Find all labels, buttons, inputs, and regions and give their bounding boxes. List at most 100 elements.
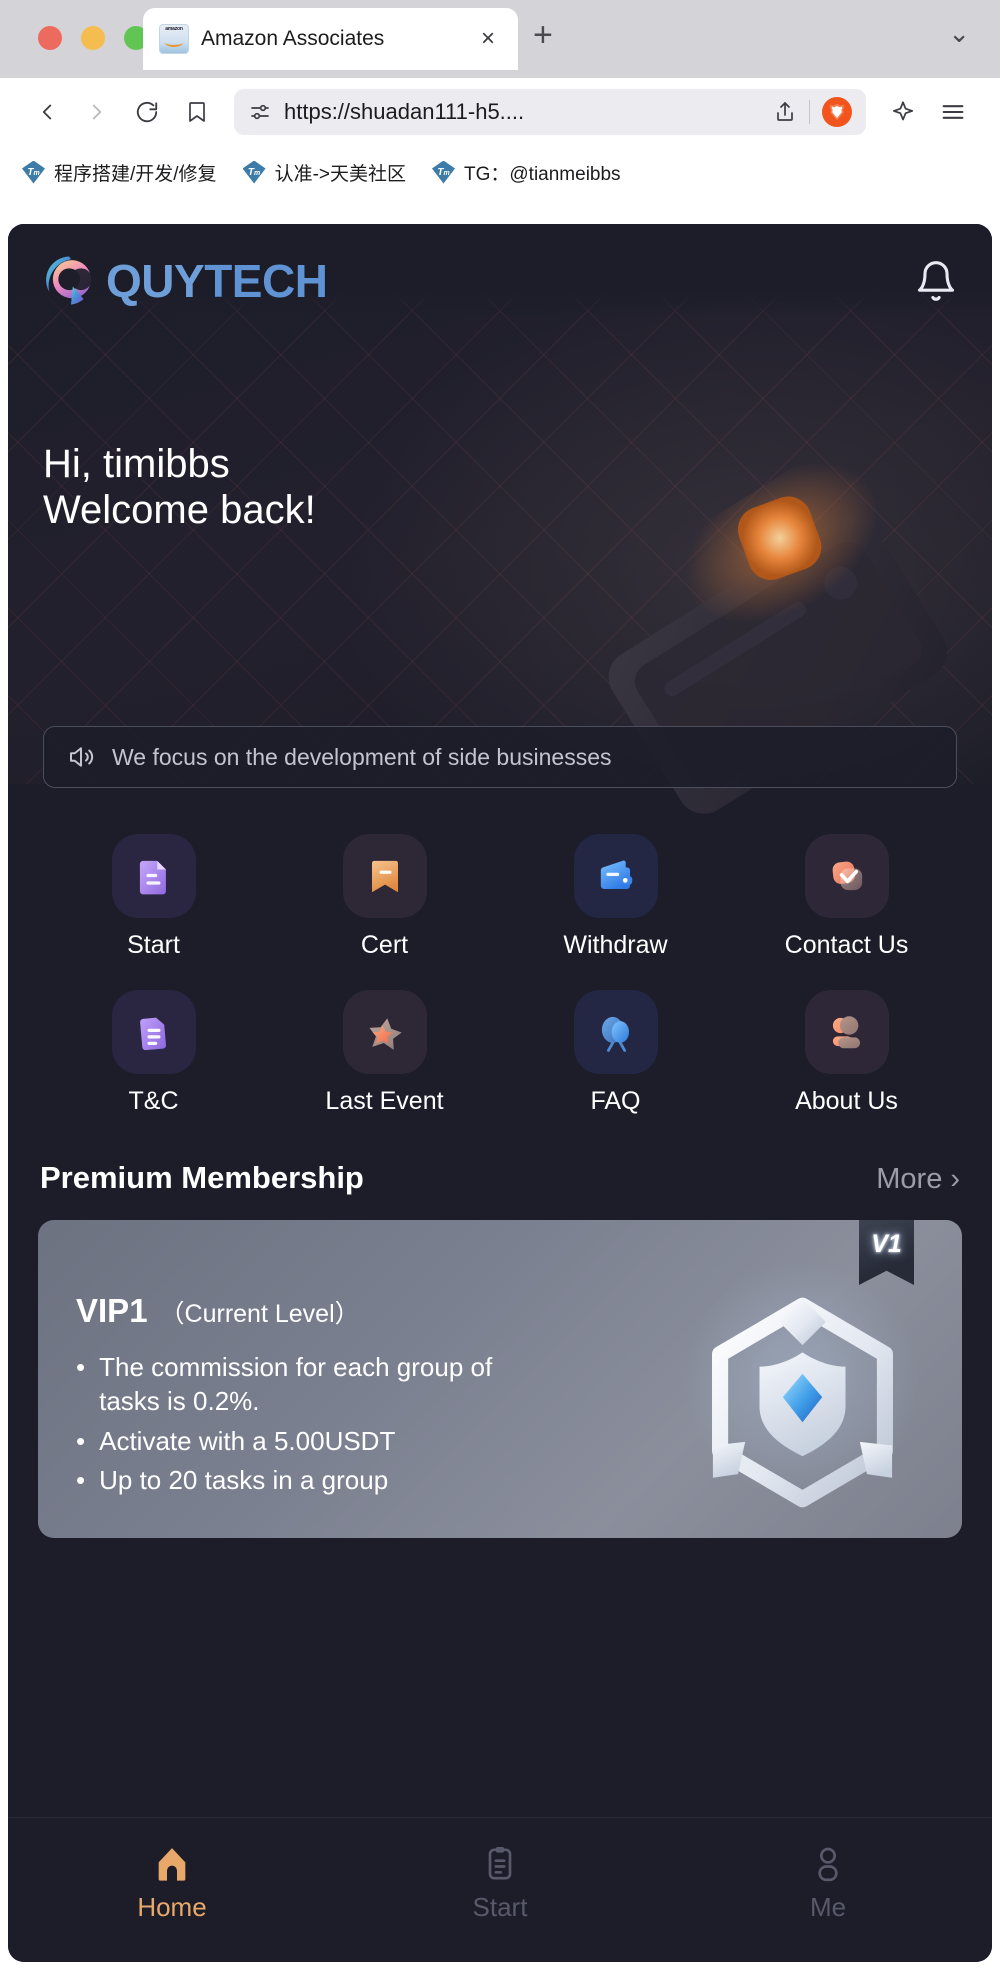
balloon-question-icon (573, 990, 658, 1074)
greeting-line-1: Hi, timibbs (43, 442, 230, 486)
hamburger-menu-icon[interactable] (930, 89, 976, 135)
tm-icon: Tm (432, 160, 455, 184)
vip-title: VIP1 （Current Level） (76, 1292, 360, 1330)
bookmark-item-0[interactable]: Tm 程序搭建/开发/修复 (22, 159, 217, 186)
greeting: Hi, timibbs Welcome back! (43, 442, 316, 533)
bookmark-item-1[interactable]: Tm 认准->天美社区 (242, 159, 406, 186)
tab-label: Start (472, 1892, 528, 1922)
tab-home[interactable]: Home (8, 1844, 336, 1923)
minimize-window-button[interactable] (81, 26, 105, 50)
status-badge: V1 (859, 1220, 914, 1285)
vip-shield-icon (712, 1297, 893, 1508)
tm-icon: Tm (242, 160, 266, 184)
vip-benefit-text: Activate with a 5.00USDT (99, 1425, 396, 1456)
person-icon (818, 1847, 838, 1882)
vip-level: VIP1 (76, 1292, 148, 1329)
brand-name: QUYTECH (106, 255, 328, 307)
bookmark-label: TG：@tianmeibbs (464, 163, 621, 185)
menu-item-withdraw[interactable]: Withdraw (500, 834, 731, 960)
announcement-bar[interactable]: We focus on the development of side busi… (43, 726, 957, 788)
hero-section: QUYTECH Hi, timibbs Welcome back! (8, 224, 992, 814)
vip-benefit-text: Up to 20 tasks in a group (99, 1464, 389, 1495)
home-icon (158, 1848, 186, 1881)
more-label: More (876, 1163, 943, 1195)
menu-item-tc[interactable]: T&C (38, 990, 269, 1116)
app-viewport: QUYTECH Hi, timibbs Welcome back! We foc… (8, 224, 992, 1962)
back-button[interactable] (24, 89, 70, 135)
bell-icon[interactable] (914, 259, 958, 303)
tab-me[interactable]: Me (664, 1844, 992, 1923)
address-bar[interactable]: https://shuadan111-h5.... (234, 89, 866, 135)
tab-label: Home (137, 1892, 207, 1922)
browser-tab[interactable]: Amazon Associates × (143, 8, 518, 70)
terms-document-icon (111, 990, 196, 1074)
menu-item-faq[interactable]: FAQ (500, 990, 731, 1116)
menu-item-about-us[interactable]: About Us (731, 990, 962, 1116)
browser-navbar: https://shuadan111-h5.... (0, 78, 1000, 146)
menu-item-label: Last Event (325, 1087, 444, 1115)
list-item: • Activate with a 5.00USDT (76, 1424, 516, 1458)
bottom-tab-bar: Home Start Me (8, 1817, 992, 1962)
bookmark-label: 程序搭建/开发/修复 (54, 163, 217, 185)
page-title: Premium Membership (40, 1160, 364, 1195)
vip-card[interactable]: V1 VIP1 （Current Level） • The commission… (38, 1220, 962, 1538)
announcement-text: We focus on the development of side busi… (112, 743, 612, 770)
menu-item-start[interactable]: Start (38, 834, 269, 960)
clipboard-icon (488, 1847, 512, 1880)
brand-name-part2: TECH (204, 255, 328, 307)
bookmarks-bar: Tm 程序搭建/开发/修复 Tm 认准->天美社区 Tm TG：@tianmei… (0, 146, 1000, 198)
premium-membership-header: Premium Membership More › (8, 1116, 992, 1196)
document-icon (111, 834, 196, 918)
bullet-icon: • (76, 1352, 86, 1382)
amazon-icon (159, 24, 189, 54)
tab-title: Amazon Associates (201, 27, 385, 50)
window-traffic-lights (38, 26, 148, 50)
menu-item-cert[interactable]: Cert (269, 834, 500, 960)
brand-logo: QUYTECH (42, 252, 328, 310)
greeting-line-2: Welcome back! (43, 487, 316, 532)
quytech-q-logo (46, 256, 92, 305)
reload-icon[interactable] (124, 89, 170, 135)
menu-item-label: About Us (795, 1087, 898, 1115)
leo-ai-icon[interactable] (880, 89, 926, 135)
speaker-icon (70, 747, 94, 767)
site-settings-icon[interactable] (248, 100, 272, 124)
wallet-icon (573, 834, 658, 918)
vip-badge-label: V1 (871, 1230, 902, 1258)
close-window-button[interactable] (38, 26, 62, 50)
menu-item-label: Cert (360, 931, 409, 959)
message-check-icon (804, 834, 889, 918)
vip-benefit-text: The commission for each group of tasks i… (99, 1352, 493, 1417)
quick-menu-grid: Start Cert Withdraw Contact Us T&C Last … (8, 788, 992, 1116)
new-tab-button[interactable]: + (533, 18, 553, 52)
menu-item-last-event[interactable]: Last Event (269, 990, 500, 1116)
browser-window: Amazon Associates × + ⌄ https://shuadan1… (0, 0, 1000, 1970)
chevron-down-icon[interactable]: ⌄ (948, 20, 970, 46)
close-icon[interactable]: × (474, 27, 502, 51)
url-text: https://shuadan111-h5.... (284, 99, 525, 124)
more-link[interactable]: More › (876, 1163, 960, 1196)
app-header: QUYTECH (8, 224, 992, 316)
bookmark-label: 认准->天美社区 (274, 163, 406, 185)
bullet-icon: • (76, 1425, 86, 1456)
list-item: • Up to 20 tasks in a group (76, 1463, 516, 1497)
bookmark-icon[interactable] (174, 89, 220, 135)
tm-icon: Tm (22, 160, 45, 184)
menu-item-label: FAQ (590, 1087, 641, 1115)
bookmark-item-2[interactable]: Tm TG：@tianmeibbs (432, 159, 621, 186)
bullet-icon: • (76, 1464, 86, 1495)
share-icon[interactable] (773, 100, 797, 124)
menu-item-label: Withdraw (563, 931, 668, 959)
brave-shields-icon[interactable] (822, 97, 852, 127)
menu-item-contact-us[interactable]: Contact Us (731, 834, 962, 960)
forward-button[interactable] (74, 89, 120, 135)
star-icon (342, 990, 427, 1074)
brand-name-part1: QUY (106, 255, 205, 307)
tab-start[interactable]: Start (336, 1844, 664, 1923)
tab-label: Me (809, 1892, 847, 1922)
list-item: • The commission for each group of tasks… (76, 1350, 516, 1419)
menu-item-label: Start (127, 931, 180, 959)
browser-titlebar: Amazon Associates × + ⌄ (0, 0, 1000, 78)
vip-benefits-list: • The commission for each group of tasks… (76, 1350, 516, 1502)
menu-item-label: T&C (128, 1087, 179, 1115)
